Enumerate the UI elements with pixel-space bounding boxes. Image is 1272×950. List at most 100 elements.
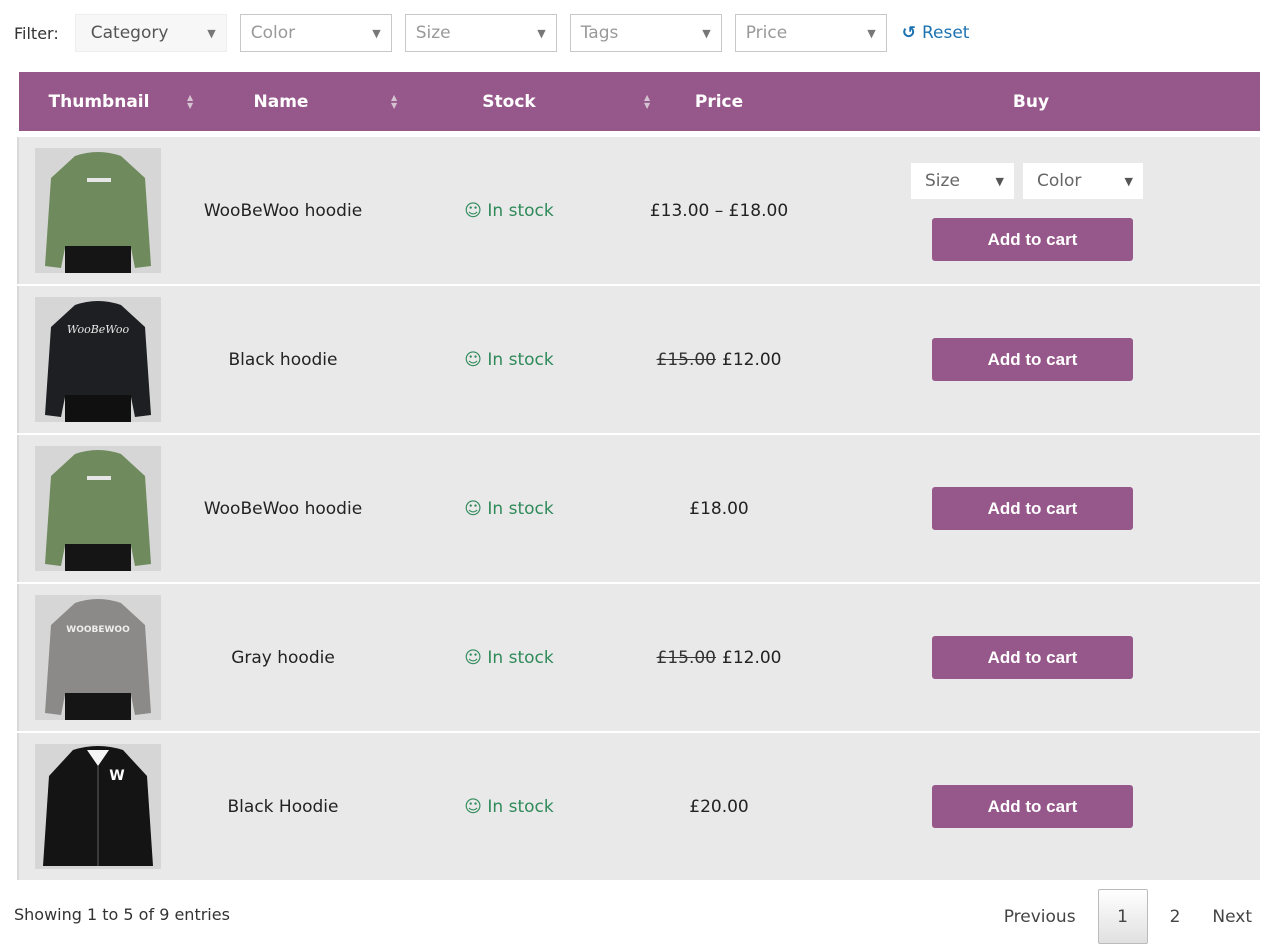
product-thumbnail[interactable] <box>35 446 161 571</box>
dropdown-arrow-icon: ▼ <box>207 26 216 40</box>
next-page-button[interactable]: Next <box>1196 907 1252 927</box>
products-table: Thumbnail ▲ ▼ Name ▲ ▼ Stock ▲ ▼ Price Buy … <box>17 72 1260 882</box>
svg-text:WOOBEWOO: WOOBEWOO <box>66 625 130 635</box>
category-filter-value: Category <box>90 23 169 43</box>
stock-status: ☺ In stock <box>409 435 609 582</box>
undo-icon: ↺ <box>901 23 916 43</box>
gray-hoodie-image: WOOBEWOO <box>35 595 161 720</box>
color-filter-value: Color <box>250 23 296 43</box>
header-label: Name <box>253 91 309 112</box>
price-filter-select[interactable]: Price ▼ <box>734 14 887 52</box>
smile-icon: ☺ <box>464 200 488 221</box>
product-thumbnail[interactable]: WooBeWoo <box>35 297 161 422</box>
dropdown-arrow-icon: ▼ <box>867 26 876 40</box>
pagination: Previous 1 2 Next <box>988 889 1252 944</box>
size-select-value: Size <box>925 171 960 191</box>
stock-status: ☺ In stock <box>409 733 609 880</box>
product-name[interactable]: Black hoodie <box>183 286 383 433</box>
dropdown-arrow-icon: ▼ <box>537 26 546 40</box>
header-label: Price <box>694 91 744 112</box>
original-price: £15.00 <box>656 647 716 668</box>
size-variation-select[interactable]: Size ▼ <box>911 163 1014 199</box>
sale-price: £12.00 <box>722 349 782 370</box>
product-price: £20.00 <box>689 796 749 817</box>
product-price: £15.00 £12.00 <box>619 584 819 731</box>
size-filter-select[interactable]: Size ▼ <box>404 14 557 52</box>
product-thumbnail[interactable] <box>35 148 161 273</box>
product-thumbnail[interactable]: WOOBEWOO <box>35 595 161 720</box>
page-1-button[interactable]: 1 <box>1097 889 1148 944</box>
table-row: WooBeWoo Black hoodie ☺ In stock £15.00 £… <box>17 286 1260 433</box>
header-stock[interactable]: Stock <box>459 72 559 131</box>
add-to-cart-button[interactable]: Add to cart <box>932 218 1133 261</box>
tags-filter-select[interactable]: Tags ▼ <box>569 14 722 52</box>
sort-icon[interactable]: ▲ ▼ <box>391 72 397 131</box>
buy-cell: Size ▼ Color ▼ Add to cart <box>899 137 1159 284</box>
table-row: W Black Hoodie ☺ In stock £20.00 Add to … <box>17 733 1260 880</box>
sort-icon[interactable]: ▲ ▼ <box>644 72 650 131</box>
header-price[interactable]: Price <box>669 72 769 131</box>
product-name[interactable]: Black Hoodie <box>183 733 383 880</box>
tags-filter-value: Tags <box>580 23 619 43</box>
buy-cell: Add to cart <box>899 435 1159 582</box>
sale-price: £12.00 <box>722 647 782 668</box>
product-price: £18.00 <box>689 498 749 519</box>
color-variation-select[interactable]: Color ▼ <box>1023 163 1143 199</box>
filter-bar: Filter: Category ▼ Color ▼ Size ▼ Tags ▼… <box>14 14 969 52</box>
black-hoodie-image: WooBeWoo <box>35 297 161 422</box>
add-to-cart-button[interactable]: Add to cart <box>932 487 1133 530</box>
header-label: Stock <box>482 91 536 112</box>
reset-label: Reset <box>921 23 970 43</box>
original-price: £15.00 <box>656 349 716 370</box>
dropdown-arrow-icon: ▼ <box>372 26 381 40</box>
category-filter-select[interactable]: Category ▼ <box>74 14 227 52</box>
buy-cell: Add to cart <box>899 286 1159 433</box>
product-name[interactable]: Gray hoodie <box>183 584 383 731</box>
smile-icon: ☺ <box>464 647 488 668</box>
sort-icon[interactable]: ▲ ▼ <box>187 72 193 131</box>
svg-text:W: W <box>109 768 124 784</box>
green-hoodie-image <box>35 446 161 571</box>
dropdown-arrow-icon: ▼ <box>702 26 711 40</box>
table-row: WooBeWoo hoodie ☺ In stock £18.00 Add to… <box>17 435 1260 582</box>
product-name[interactable]: WooBeWoo hoodie <box>183 435 383 582</box>
table-row: WOOBEWOO Gray hoodie ☺ In stock £15.00 £1… <box>17 584 1260 731</box>
smile-icon: ☺ <box>464 498 488 519</box>
table-row: WooBeWoo hoodie ☺ In stock £13.00 – £18.… <box>17 137 1260 284</box>
header-buy: Buy <box>981 72 1081 131</box>
stock-label: In stock <box>487 647 554 668</box>
product-price: £13.00 – £18.00 <box>649 200 789 221</box>
header-name[interactable]: Name <box>231 72 331 131</box>
page-2-button[interactable]: 2 <box>1154 907 1197 927</box>
dropdown-arrow-icon: ▼ <box>1124 174 1133 188</box>
add-to-cart-button[interactable]: Add to cart <box>932 338 1133 381</box>
buy-cell: Add to cart <box>899 584 1159 731</box>
size-filter-value: Size <box>415 23 451 43</box>
header-label: Buy <box>1012 91 1050 112</box>
buy-cell: Add to cart <box>899 733 1159 880</box>
header-thumbnail[interactable]: Thumbnail <box>41 72 157 131</box>
product-price: £15.00 £12.00 <box>619 286 819 433</box>
price-filter-value: Price <box>745 23 788 43</box>
product-thumbnail[interactable]: W <box>35 744 161 869</box>
stock-label: In stock <box>487 200 554 221</box>
stock-label: In stock <box>487 498 554 519</box>
smile-icon: ☺ <box>464 796 488 817</box>
color-filter-select[interactable]: Color ▼ <box>239 14 392 52</box>
reset-link[interactable]: ↺ Reset <box>902 23 970 43</box>
green-hoodie-image <box>35 148 161 273</box>
add-to-cart-button[interactable]: Add to cart <box>932 785 1133 828</box>
stock-status: ☺ In stock <box>409 286 609 433</box>
smile-icon: ☺ <box>464 349 488 370</box>
previous-page-button[interactable]: Previous <box>988 907 1092 927</box>
table-header: Thumbnail ▲ ▼ Name ▲ ▼ Stock ▲ ▼ Price Buy <box>19 72 1260 131</box>
dropdown-arrow-icon: ▼ <box>995 174 1004 188</box>
stock-status: ☺ In stock <box>409 137 609 284</box>
stock-status: ☺ In stock <box>409 584 609 731</box>
color-select-value: Color <box>1037 171 1082 191</box>
entries-info: Showing 1 to 5 of 9 entries <box>14 905 230 924</box>
header-label: Thumbnail <box>48 91 150 112</box>
svg-text:WooBeWoo: WooBeWoo <box>67 323 130 336</box>
add-to-cart-button[interactable]: Add to cart <box>932 636 1133 679</box>
product-name[interactable]: WooBeWoo hoodie <box>183 137 383 284</box>
